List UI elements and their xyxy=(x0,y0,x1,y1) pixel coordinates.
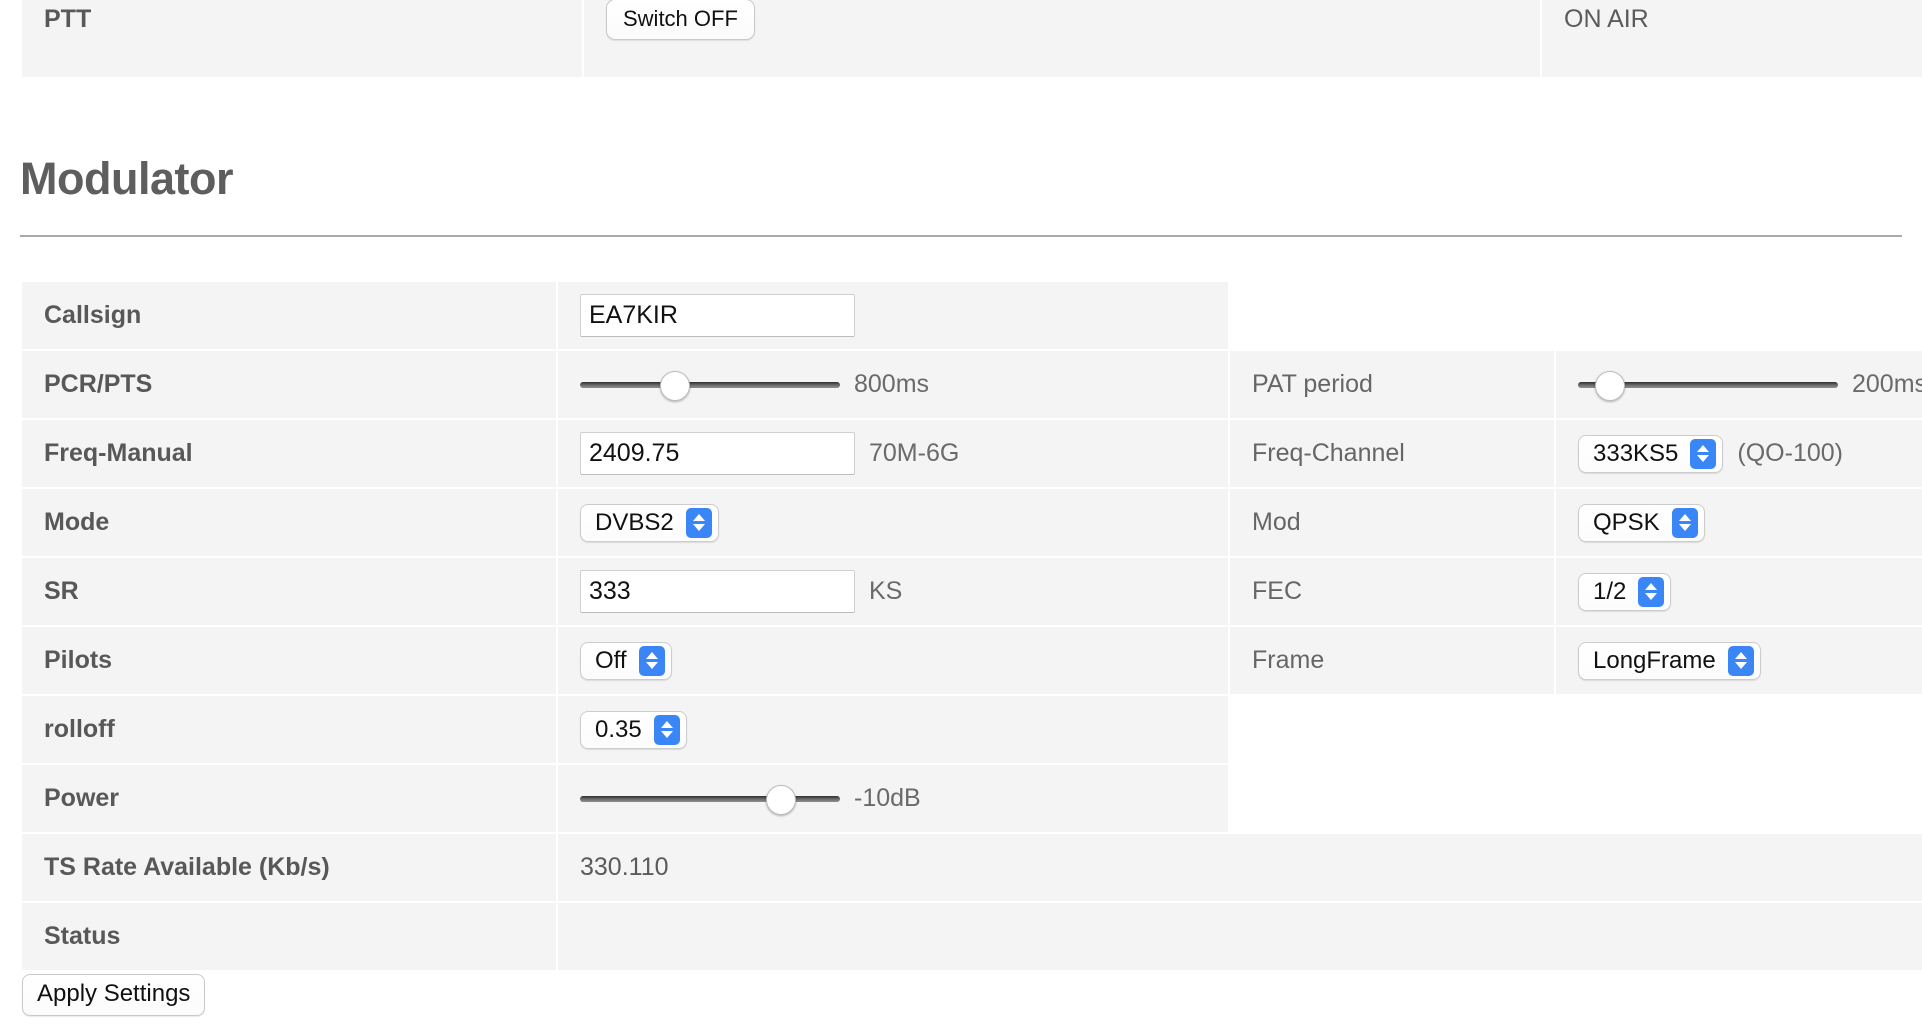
mod-value-cell: QPSK xyxy=(1556,489,1922,556)
callsign-value-cell xyxy=(558,282,1228,349)
ptt-label: PTT xyxy=(22,0,582,77)
power-empty-value xyxy=(1556,765,1922,832)
frame-value-cell: LongFrame xyxy=(1556,627,1922,694)
mod-select-value: QPSK xyxy=(1593,508,1660,536)
table-row-status: Status xyxy=(22,903,1922,970)
mode-label: Mode xyxy=(22,489,556,556)
power-value-cell: -10dB xyxy=(558,765,1228,832)
callsign-input[interactable] xyxy=(580,294,855,337)
pilots-select[interactable]: Off xyxy=(580,641,672,680)
apply-settings-button[interactable]: Apply Settings xyxy=(22,974,206,1017)
table-row-pcr-pts: PCR/PTS 800ms PAT period 200ms xyxy=(22,351,1922,418)
modulator-settings-table: Callsign PCR/PTS 800ms PA xyxy=(20,280,1922,972)
sr-label: SR xyxy=(22,558,556,625)
chevron-updown-icon[interactable] xyxy=(1690,438,1717,469)
table-row-callsign: Callsign xyxy=(22,282,1922,349)
pat-period-value: 200ms xyxy=(1852,370,1922,398)
page-title: Modulator xyxy=(20,153,233,204)
freq-manual-value-cell: 70M-6G xyxy=(558,420,1228,487)
pat-period-slider-thumb[interactable] xyxy=(1595,370,1626,401)
sr-unit: KS xyxy=(869,577,903,605)
freq-channel-value-cell: 333KS5 (QO-100) xyxy=(1556,420,1922,487)
power-empty-label xyxy=(1230,765,1554,832)
table-row-pilots: Pilots Off Frame LongFrame xyxy=(22,627,1922,694)
power-label: Power xyxy=(22,765,556,832)
rolloff-empty-label xyxy=(1230,696,1554,763)
pat-period-value-cell: 200ms xyxy=(1556,351,1922,418)
table-row-power: Power -10dB xyxy=(22,765,1922,832)
mode-select[interactable]: DVBS2 xyxy=(580,503,719,542)
pcr-pts-value-cell: 800ms xyxy=(558,351,1228,418)
freq-channel-select[interactable]: 333KS5 xyxy=(1578,434,1724,473)
sr-value-cell: KS xyxy=(558,558,1228,625)
mod-label: Mod xyxy=(1230,489,1554,556)
pat-period-label: PAT period xyxy=(1230,351,1554,418)
freq-channel-note: (QO-100) xyxy=(1737,439,1843,467)
table-row-freq: Freq-Manual 70M-6G Freq-Channel 333KS5 (… xyxy=(22,420,1922,487)
rolloff-empty-value xyxy=(1556,696,1922,763)
rolloff-value-cell: 0.35 xyxy=(558,696,1228,763)
apply-settings-wrap: Apply Settings xyxy=(22,974,206,1017)
pcr-pts-slider[interactable] xyxy=(580,370,840,401)
ptt-table: PTT Switch OFF ON AIR xyxy=(20,0,1922,79)
pcr-pts-slider-track xyxy=(580,381,840,388)
chevron-updown-icon[interactable] xyxy=(1638,576,1665,607)
callsign-empty-label xyxy=(1230,282,1554,349)
freq-channel-label: Freq-Channel xyxy=(1230,420,1554,487)
status-label: Status xyxy=(22,903,556,970)
frame-select[interactable]: LongFrame xyxy=(1578,641,1761,680)
freq-manual-unit: 70M-6G xyxy=(869,439,960,467)
power-value: -10dB xyxy=(854,784,921,812)
fec-label: FEC xyxy=(1230,558,1554,625)
ts-rate-label: TS Rate Available (Kb/s) xyxy=(22,834,556,901)
freq-manual-label: Freq-Manual xyxy=(22,420,556,487)
fec-select-value: 1/2 xyxy=(1593,577,1627,605)
freq-manual-input[interactable] xyxy=(580,432,855,475)
ts-rate-value: 330.110 xyxy=(558,834,1922,901)
mode-select-value: DVBS2 xyxy=(595,508,674,536)
chevron-updown-icon[interactable] xyxy=(638,645,665,676)
pilots-value-cell: Off xyxy=(558,627,1228,694)
pcr-pts-slider-thumb[interactable] xyxy=(659,370,690,401)
ptt-status: ON AIR xyxy=(1542,0,1922,77)
title-divider xyxy=(20,235,1902,237)
table-row-ts-rate: TS Rate Available (Kb/s) 330.110 xyxy=(22,834,1922,901)
power-slider-track xyxy=(580,795,840,802)
table-row-rolloff: rolloff 0.35 xyxy=(22,696,1922,763)
callsign-label: Callsign xyxy=(22,282,556,349)
pat-period-slider[interactable] xyxy=(1578,370,1838,401)
power-slider[interactable] xyxy=(580,784,840,815)
ptt-switch-cell: Switch OFF xyxy=(584,0,1540,77)
chevron-updown-icon[interactable] xyxy=(1727,645,1754,676)
chevron-updown-icon[interactable] xyxy=(685,507,712,538)
freq-channel-select-value: 333KS5 xyxy=(1593,439,1679,467)
pilots-select-value: Off xyxy=(595,646,627,674)
chevron-updown-icon[interactable] xyxy=(653,714,680,745)
ptt-switch-button[interactable]: Switch OFF xyxy=(606,0,755,41)
rolloff-select-value: 0.35 xyxy=(595,715,642,743)
table-row-sr: SR KS FEC 1/2 xyxy=(22,558,1922,625)
chevron-updown-icon[interactable] xyxy=(1671,507,1698,538)
power-slider-thumb[interactable] xyxy=(766,784,797,815)
rolloff-label: rolloff xyxy=(22,696,556,763)
pilots-label: Pilots xyxy=(22,627,556,694)
frame-select-value: LongFrame xyxy=(1593,646,1716,674)
mod-select[interactable]: QPSK xyxy=(1578,503,1705,542)
pcr-pts-value: 800ms xyxy=(854,370,930,398)
fec-value-cell: 1/2 xyxy=(1556,558,1922,625)
callsign-empty-value xyxy=(1556,282,1922,349)
frame-label: Frame xyxy=(1230,627,1554,694)
modulator-page: PTT Switch OFF ON AIR Modulator Callsign… xyxy=(0,0,1922,1034)
fec-select[interactable]: 1/2 xyxy=(1578,572,1672,611)
mode-value-cell: DVBS2 xyxy=(558,489,1228,556)
pcr-pts-label: PCR/PTS xyxy=(22,351,556,418)
ptt-row: PTT Switch OFF ON AIR xyxy=(22,0,1922,77)
status-value xyxy=(558,903,1922,970)
table-row-mode: Mode DVBS2 Mod QPSK xyxy=(22,489,1922,556)
sr-input[interactable] xyxy=(580,570,855,613)
rolloff-select[interactable]: 0.35 xyxy=(580,710,687,749)
